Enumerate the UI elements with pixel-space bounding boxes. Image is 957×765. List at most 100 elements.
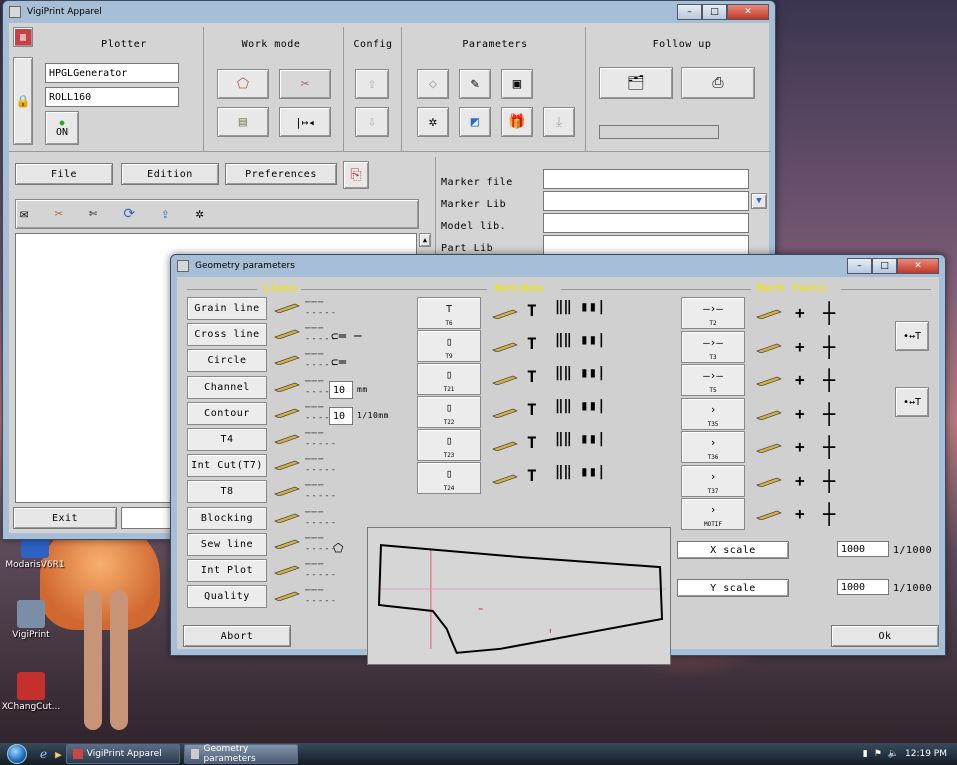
cut-mode-icon[interactable]: ⬠ (217, 69, 269, 99)
geometry-params-icon[interactable]: ◩ (459, 107, 491, 137)
marker-file-field[interactable] (543, 169, 749, 189)
film-icon[interactable]: ▣ (501, 69, 533, 99)
vigiprint-titlebar[interactable]: VigiPrint Apparel – □ ✕ (3, 1, 775, 23)
line-item-button[interactable]: Int Cut(T7) (187, 454, 267, 478)
pencil-icon[interactable] (273, 591, 301, 602)
maximize-button[interactable]: □ (702, 4, 727, 20)
mark-tool-button[interactable]: › T35 (681, 397, 745, 430)
pencil-icon[interactable] (273, 460, 301, 471)
geo-close-button[interactable]: ✕ (897, 258, 939, 274)
line-item-button[interactable]: Contour (187, 401, 267, 425)
close-button[interactable]: ✕ (727, 4, 769, 20)
part-lib-field[interactable] (543, 235, 749, 255)
pencil-icon[interactable] (491, 375, 519, 386)
clock[interactable]: 12:19 PM (905, 749, 947, 759)
mark-tool-button[interactable]: › T36 (681, 431, 745, 463)
notch-tool-button[interactable]: ⊤ T6 (417, 297, 481, 329)
pencil-icon[interactable] (491, 342, 519, 353)
exit-button[interactable]: Exit (13, 507, 117, 529)
pencil-icon[interactable] (273, 303, 301, 314)
mark-tool-button[interactable]: —›— T3 (681, 330, 745, 363)
mark-swap-icon-1[interactable]: •↔T (895, 321, 929, 351)
pencil-icon[interactable] (273, 513, 301, 523)
upload-icon[interactable]: ⇪ (161, 206, 169, 222)
settings-gear-icon[interactable]: ✲ (195, 206, 203, 222)
notch-tool-button[interactable]: ▯ T9 (417, 330, 481, 362)
geometry-titlebar[interactable]: Geometry parameters – □ ✕ (171, 255, 945, 277)
minimize-button[interactable]: – (677, 4, 702, 20)
envelope-icon[interactable]: ✉ (20, 206, 28, 222)
mark-swap-icon-2[interactable]: •↔T (895, 387, 929, 417)
geo-maximize-button[interactable]: □ (872, 258, 897, 274)
file-menu[interactable]: File (15, 163, 113, 185)
desktop-icon-vigiprint[interactable]: VigiPrint (0, 600, 66, 640)
mark-tool-button[interactable]: › MOTIF (681, 498, 745, 530)
model-lib-field[interactable] (543, 213, 749, 233)
marker-lib-field[interactable] (543, 191, 749, 211)
geo-minimize-button[interactable]: – (847, 258, 872, 274)
app-logo-icon[interactable]: ▥ (13, 27, 33, 47)
dropdown-arrow-icon[interactable]: ▼ (751, 193, 767, 209)
desktop-icon-xchangcut[interactable]: XChangCut... (0, 672, 66, 712)
pencil-icon[interactable] (755, 443, 783, 454)
line-item-button[interactable]: Cross line (187, 323, 267, 347)
line-item-button[interactable]: T8 (187, 480, 267, 504)
layout-icon[interactable]: ✎ (459, 69, 491, 99)
abort-button[interactable]: Abort (183, 625, 291, 647)
pencil-icon[interactable] (273, 539, 301, 550)
notch-tool-button[interactable]: ▯ T22 (417, 396, 481, 428)
network-icon[interactable]: ▮ (863, 749, 868, 759)
pencil-icon[interactable] (273, 565, 301, 576)
download-icon[interactable]: ⤓ (543, 107, 575, 137)
pencil-icon[interactable] (273, 329, 301, 340)
notch-tool-button[interactable]: ▯ T24 (417, 462, 481, 494)
files-icon[interactable]: 🗂 (599, 67, 673, 99)
media-quicklaunch-icon[interactable]: ▶ (55, 748, 62, 761)
config-down-icon[interactable]: ⇩ (355, 107, 389, 137)
action-center-icon[interactable]: ⚑ (874, 749, 882, 759)
pencil-icon[interactable] (755, 510, 783, 521)
notch-tool-button[interactable]: ▯ T23 (417, 429, 481, 461)
scissors-pattern-icon[interactable]: ✂ (54, 206, 62, 222)
taskbar-item-geometry[interactable]: Geometry parameters (183, 744, 298, 764)
volume-icon[interactable]: 🔈 (888, 749, 899, 759)
gift-icon[interactable]: 🎁 (501, 107, 533, 137)
plot-mode-icon[interactable]: ✂ (279, 69, 331, 99)
line-item-button[interactable]: Sew line (187, 532, 267, 556)
pencil-icon[interactable] (755, 309, 783, 320)
refresh-icon[interactable]: ⟳ (123, 206, 135, 222)
line-item-button[interactable]: Channel (187, 375, 267, 399)
box-icon[interactable]: ◇ (417, 69, 449, 99)
pencil-icon[interactable] (491, 408, 519, 419)
pencil-icon[interactable] (273, 486, 301, 497)
gear-icon[interactable]: ✲ (417, 107, 449, 137)
scroll-up-icon[interactable]: ▲ (419, 233, 431, 247)
config-up-icon[interactable]: ⇧ (355, 69, 389, 99)
line-item-button[interactable]: Blocking (187, 506, 267, 530)
mark-tool-button[interactable]: › T37 (681, 464, 745, 497)
preferences-menu[interactable]: Preferences (225, 163, 337, 185)
pencil-icon[interactable] (273, 434, 301, 445)
pencil-icon[interactable] (491, 441, 519, 452)
pencil-icon[interactable] (273, 355, 301, 366)
pencil-icon[interactable] (273, 408, 301, 419)
edition-menu[interactable]: Edition (121, 163, 219, 185)
line-item-button[interactable]: T4 (187, 428, 267, 451)
pencil-icon[interactable] (755, 343, 783, 353)
x-scale-input[interactable]: 1000 (837, 541, 889, 557)
ie-quicklaunch-icon[interactable]: ℯ (40, 747, 47, 761)
cut-icon[interactable]: ✄ (89, 206, 97, 222)
line-item-button[interactable]: Circle (187, 349, 267, 373)
line-item-button[interactable]: Quality (187, 585, 267, 609)
start-button[interactable] (0, 743, 34, 765)
printer-clock-icon[interactable]: ⎙ (681, 67, 755, 99)
print-mode-icon[interactable]: ▤ (217, 107, 269, 137)
plotter-on-button[interactable]: ● ON (45, 111, 79, 145)
y-scale-input[interactable]: 1000 (837, 579, 889, 595)
plotter-media-field[interactable]: ROLL160 (45, 87, 179, 107)
pencil-icon[interactable] (273, 382, 301, 392)
mark-tool-button[interactable]: —›— T5 (681, 364, 745, 396)
notch-tool-button[interactable]: ▯ T21 (417, 363, 481, 395)
document-export-icon[interactable]: ⎘ (343, 161, 369, 189)
pencil-icon[interactable] (491, 309, 519, 320)
